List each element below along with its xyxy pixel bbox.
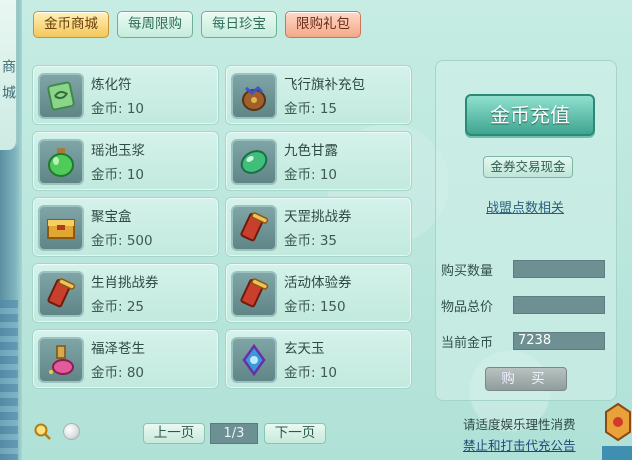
item-price: 金币: 25 [91,299,145,315]
shop-item[interactable]: 福泽苍生 金币: 80 [32,329,219,389]
item-price: 金币: 500 [91,233,153,249]
jade-icon [231,337,277,383]
shop-item[interactable]: 炼化符 金币: 10 [32,65,219,125]
item-name: 飞行旗补充包 [284,77,365,93]
item-name: 生肖挑战券 [91,275,159,291]
tab-daily-treasure[interactable]: 每日珍宝 [201,11,277,38]
buy-button[interactable]: 购 买 [485,367,567,391]
item-name: 活动体验券 [284,275,352,291]
quantity-label: 购买数量 [441,264,494,279]
shop-item[interactable]: 玄天玉 金币: 10 [225,329,412,389]
shop-item[interactable]: 活动体验券 金币: 150 [225,263,412,323]
pouch-icon [231,73,277,119]
tab-limited-pack[interactable]: 限购礼包 [285,11,361,38]
item-price: 金币: 150 [284,299,346,315]
moderation-notice: 请适度娱乐理性消费 [463,417,576,432]
side-tab-label[interactable]: 商城 [0,0,18,150]
item-price: 金币: 35 [284,233,338,249]
shop-item[interactable]: 九色甘露 金币: 10 [225,131,412,191]
item-price: 金币: 10 [284,167,338,183]
quantity-field[interactable] [513,260,605,278]
balance-label: 当前金币 [441,336,494,351]
item-name: 瑶池玉浆 [91,143,145,159]
voucher-exchange-button[interactable]: 金券交易现金 [483,156,573,178]
magnifier-icon[interactable] [34,423,52,441]
item-name: 天罡挑战券 [284,209,352,225]
next-page-button[interactable]: 下一页 [264,423,326,444]
prev-page-button[interactable]: 上一页 [143,423,205,444]
potion-icon [38,337,84,383]
balance-field: 7238 [513,332,605,350]
corner-decoration [602,402,632,460]
left-side-strip: 商城 [0,0,22,460]
tab-gold-shop[interactable]: 金币商城 [33,11,109,38]
item-price: 金币: 10 [91,167,145,183]
item-price: 金币: 15 [284,101,338,117]
shop-item[interactable]: 聚宝盒 金币: 500 [32,197,219,257]
total-price-field [513,296,605,314]
item-price: 金币: 10 [91,101,145,117]
green-jar-icon [38,139,84,185]
side-decoration [0,300,18,460]
shop-item[interactable]: 瑶池玉浆 金币: 10 [32,131,219,191]
shop-item[interactable]: 生肖挑战券 金币: 25 [32,263,219,323]
talisman-icon [38,73,84,119]
tab-bar: 金币商城 每周限购 每日珍宝 限购礼包 [33,11,361,39]
scroll-icon [38,271,84,317]
item-name: 福泽苍生 [91,341,145,357]
anti-proxy-recharge-link[interactable]: 禁止和打击代充公告 [463,435,576,454]
gold-recharge-button[interactable]: 金币充值 [465,94,595,136]
item-name: 玄天玉 [284,341,325,357]
scroll-icon [231,205,277,251]
total-price-label: 物品总价 [441,300,494,315]
item-name: 炼化符 [91,77,132,93]
item-name: 聚宝盒 [91,209,132,225]
shop-item[interactable]: 天罡挑战券 金币: 35 [225,197,412,257]
green-gem-icon [231,139,277,185]
item-price: 金币: 10 [284,365,338,381]
item-price: 金币: 80 [91,365,145,381]
tab-weekly-limit[interactable]: 每周限购 [117,11,193,38]
scroll-icon [231,271,277,317]
option-toggle[interactable] [63,423,80,440]
shop-item[interactable]: 飞行旗补充包 金币: 15 [225,65,412,125]
item-name: 九色甘露 [284,143,338,159]
alliance-points-link[interactable]: 战盟点数相关 [486,197,564,216]
gold-box-icon [38,205,84,251]
page-indicator: 1/3 [210,423,258,444]
